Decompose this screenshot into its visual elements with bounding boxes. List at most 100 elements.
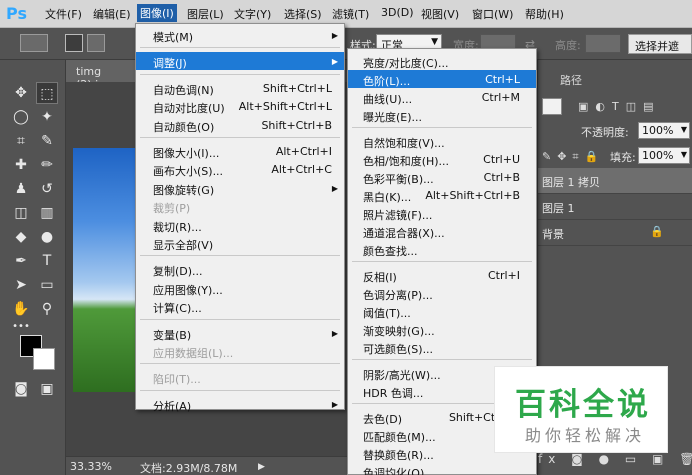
lasso-tool-icon[interactable]: ◯ xyxy=(10,106,32,128)
menu-type[interactable]: 文字(Y) xyxy=(234,6,271,22)
menu-view[interactable]: 视图(V) xyxy=(421,6,459,22)
history-brush-icon[interactable]: ↺ xyxy=(36,178,58,200)
menu-item[interactable]: 色调分离(P)... xyxy=(348,284,536,302)
menu-item[interactable]: 应用数据组(L)... xyxy=(136,342,344,360)
menu-item[interactable]: 调整(J) ▶ xyxy=(136,52,344,71)
menu-item[interactable]: 渐变映射(G)... xyxy=(348,320,536,338)
menu-item[interactable]: 模式(M) ▶ xyxy=(136,26,344,44)
layer-actions-icons[interactable]: fx ◙ ● ▭ ▣ 🗑 xyxy=(538,452,692,466)
menu-item[interactable]: 分析(A) ▶ xyxy=(136,395,344,413)
layer-filter-select[interactable] xyxy=(542,98,562,115)
menu-item-label: 色相/饱和度(H)... xyxy=(363,155,450,168)
menu-file[interactable]: 文件(F) xyxy=(45,6,82,22)
eyedropper-icon[interactable]: ✎ xyxy=(36,130,58,152)
menu-layer[interactable]: 图层(L) xyxy=(187,6,224,22)
menu-item[interactable]: 裁切(R)... xyxy=(136,216,344,234)
menu-item[interactable]: 色阶(L)... Ctrl+L xyxy=(348,70,536,88)
menu-item-label: 色调分离(P)... xyxy=(363,289,433,302)
magic-wand-icon[interactable]: ✦ xyxy=(36,106,58,128)
layer-row[interactable]: 图层 1 xyxy=(538,194,692,220)
menu-item[interactable]: 通道混合器(X)... xyxy=(348,222,536,240)
menu-item[interactable]: 图像大小(I)... Alt+Ctrl+I xyxy=(136,142,344,160)
menu-item[interactable]: 自动对比度(U) Alt+Shift+Ctrl+L xyxy=(136,97,344,115)
fill-select[interactable]: 100% ▼ xyxy=(638,147,690,164)
menu-item[interactable]: 自动颜色(O) Shift+Ctrl+B xyxy=(136,116,344,134)
menu-item[interactable]: 色彩平衡(B)... Ctrl+B xyxy=(348,168,536,186)
menu-3d[interactable]: 3D(D) xyxy=(381,6,414,19)
menu-item-label: 曲线(U)... xyxy=(363,93,413,106)
menu-item[interactable]: 亮度/对比度(C)... xyxy=(348,52,536,70)
menu-item[interactable]: 曲线(U)... Ctrl+M xyxy=(348,88,536,106)
type-tool-icon[interactable]: T xyxy=(36,250,58,272)
marquee-preset-picker[interactable] xyxy=(20,34,48,52)
menu-item-label: 色阶(L)... xyxy=(363,75,411,88)
opacity-select[interactable]: 100% ▼ xyxy=(638,122,690,139)
menu-item[interactable]: 可选颜色(S)... xyxy=(348,338,536,356)
screen-mode-icon[interactable]: ▣ xyxy=(36,378,58,400)
healing-brush-icon[interactable]: ✚ xyxy=(10,154,32,176)
blur-tool-icon[interactable]: ◆ xyxy=(10,226,32,248)
menu-item[interactable]: 显示全部(V) xyxy=(136,234,344,252)
menu-item[interactable]: 黑白(K)... Alt+Shift+Ctrl+B xyxy=(348,186,536,204)
menu-item[interactable]: 照片滤镜(F)... xyxy=(348,204,536,222)
menu-help[interactable]: 帮助(H) xyxy=(525,6,564,22)
menu-item[interactable]: 阈值(T)... xyxy=(348,302,536,320)
menu-item[interactable]: 颜色查找... xyxy=(348,240,536,258)
menu-edit[interactable]: 编辑(E) xyxy=(93,6,131,22)
filter-icons[interactable]: ▣◐T◫▤ xyxy=(578,100,661,113)
clone-stamp-icon[interactable]: ♟ xyxy=(10,178,32,200)
menu-item-shortcut: Alt+Ctrl+I xyxy=(275,145,332,158)
menu-item[interactable]: 画布大小(S)... Alt+Ctrl+C xyxy=(136,160,344,178)
menu-item[interactable]: 色调均化(Q) xyxy=(348,462,536,475)
menu-item[interactable]: 应用图像(Y)... xyxy=(136,279,344,297)
menu-item-label: 阈值(T)... xyxy=(363,307,411,320)
brush-tool-icon[interactable]: ✏ xyxy=(36,154,58,176)
menu-item-shortcut: Ctrl+I xyxy=(487,269,520,282)
opacity-value: 100% xyxy=(642,124,674,137)
menu-item[interactable]: 曝光度(E)... xyxy=(348,106,536,124)
zoom-tool-icon[interactable]: ⚲ xyxy=(36,298,58,320)
menu-item[interactable]: 陷印(T)... xyxy=(136,368,344,386)
select-and-mask-button[interactable]: 选择并遮 xyxy=(628,34,692,54)
menu-item[interactable]: 自然饱和度(V)... xyxy=(348,132,536,150)
menu-window[interactable]: 窗口(W) xyxy=(472,6,513,22)
menu-select[interactable]: 选择(S) xyxy=(284,6,322,22)
menu-item-label: 匹配颜色(M)... xyxy=(363,431,436,444)
menu-item[interactable]: 计算(C)... xyxy=(136,297,344,315)
menu-item-label: 陷印(T)... xyxy=(153,373,201,387)
menu-item[interactable]: 自动色调(N) Shift+Ctrl+L xyxy=(136,79,344,97)
tab-paths[interactable]: 路径 xyxy=(560,72,582,88)
background-color-swatch[interactable] xyxy=(33,348,55,370)
menu-item[interactable]: 图像旋转(G) ▶ xyxy=(136,179,344,197)
shape-tool-icon[interactable]: ▭ xyxy=(36,274,58,296)
lock-icons[interactable]: ✎✥⌗🔒 xyxy=(542,150,604,164)
new-selection-button[interactable] xyxy=(65,34,83,52)
menu-item-label: 曝光度(E)... xyxy=(363,111,423,124)
status-arrow-icon[interactable]: ▶ xyxy=(258,462,265,472)
dodge-tool-icon[interactable]: ● xyxy=(36,226,58,248)
marquee-tool-icon[interactable]: ⬚ xyxy=(36,82,58,104)
move-tool-icon[interactable]: ✥ xyxy=(10,82,32,104)
crop-tool-icon[interactable]: ⌗ xyxy=(10,130,32,152)
eraser-icon[interactable]: ◫ xyxy=(10,202,32,224)
document-tab[interactable]: timg (2).jpg xyxy=(66,60,146,91)
menu-filter[interactable]: 滤镜(T) xyxy=(332,6,369,22)
menu-item[interactable]: 反相(I) Ctrl+I xyxy=(348,266,536,284)
add-selection-button[interactable] xyxy=(87,34,105,52)
quick-mask-icon[interactable]: ◙ xyxy=(10,378,32,400)
height-input[interactable] xyxy=(585,34,621,53)
gradient-tool-icon[interactable]: ▥ xyxy=(36,202,58,224)
menu-item[interactable]: 色相/饱和度(H)... Ctrl+U xyxy=(348,150,536,168)
path-selection-icon[interactable]: ➤ xyxy=(10,274,32,296)
opacity-label: 不透明度: xyxy=(581,126,629,139)
menu-image[interactable]: 图像(I) xyxy=(137,4,177,22)
zoom-level[interactable]: 33.33% xyxy=(70,460,112,473)
menu-item-label: 变量(B) xyxy=(153,328,192,342)
layer-row[interactable]: 图层 1 拷贝 xyxy=(538,168,692,194)
menu-item[interactable]: 复制(D)... xyxy=(136,260,344,278)
pen-tool-icon[interactable]: ✒ xyxy=(10,250,32,272)
layer-row[interactable]: 背景 🔒 xyxy=(538,220,692,246)
menu-item[interactable]: 裁剪(P) xyxy=(136,197,344,215)
menu-item[interactable]: 变量(B) ▶ xyxy=(136,324,344,342)
menu-item-label: 模式(M) xyxy=(153,31,194,44)
